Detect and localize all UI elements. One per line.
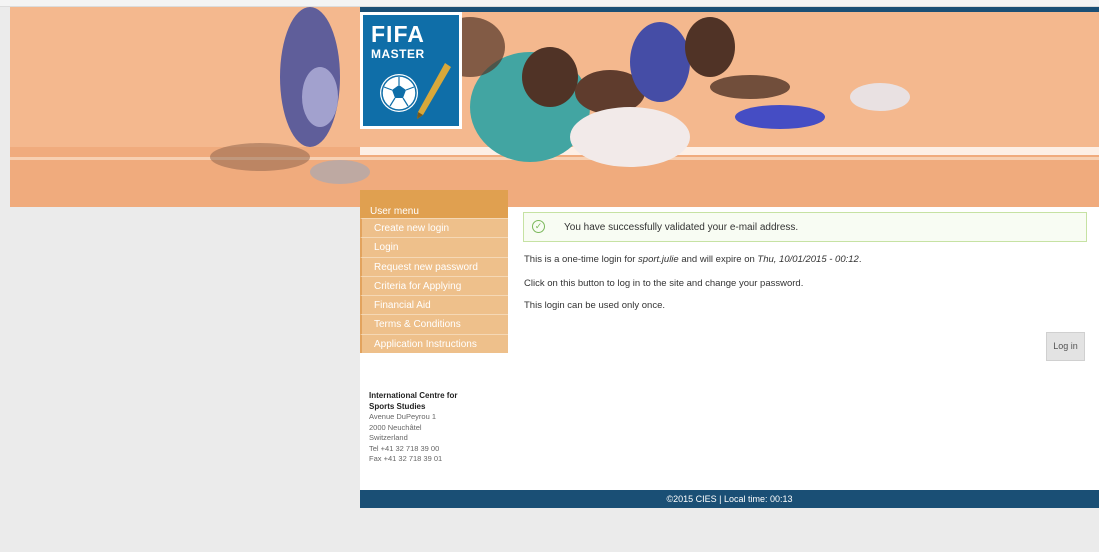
header-banner [10,7,1099,207]
check-circle-icon: ✓ [532,220,545,233]
hurdlers-photo [10,7,1099,207]
address-street: Avenue DuPeyrou 1 [369,412,436,421]
org-name-line-1: International Centre for [369,391,458,400]
instruction-text: Click on this button to log in to the si… [524,278,804,289]
address-fax: Fax +41 32 718 39 01 [369,454,443,463]
user-menu-title: User menu [360,190,508,218]
user-menu: User menu Create new login Login Request… [360,190,508,354]
banner-top-line [360,7,1099,12]
menu-item-request-new-password[interactable]: Request new password [360,256,508,276]
contact-address: International Centre for Sports Studies … [369,391,504,465]
fifa-master-logo[interactable]: FIFA MASTER [360,12,462,129]
address-city: 2000 Neuchâtel [369,422,422,432]
info-suffix: . [858,254,862,265]
info-mid: and will expire on [678,254,758,265]
menu-item-financial-aid[interactable]: Financial Aid [360,295,508,315]
logo-panel: FIFA MASTER [363,15,459,126]
success-message-text: You have successfully validated your e-m… [564,222,799,233]
footer-bar: ©2015 CIES | Local time: 00:13 [360,490,1099,508]
one-time-login-info: This is a one-time login for sport.julie… [524,254,861,265]
footer-text: ©2015 CIES | Local time: 00:13 [666,494,793,504]
menu-item-create-new-login[interactable]: Create new login [360,218,508,238]
menu-item-application-instructions[interactable]: Application Instructions [360,333,508,354]
single-use-note: This login can be used only once. [524,300,666,311]
log-in-button[interactable]: Log in [1046,332,1085,361]
info-username: sport.julie [638,254,679,265]
menu-item-terms-conditions[interactable]: Terms & Conditions [360,314,508,334]
info-prefix: This is a one-time login for [524,254,639,265]
soccer-ball-pen-icon [380,63,451,119]
top-strip [0,0,1099,7]
success-message: ✓ You have successfully validated your e… [523,212,1087,242]
menu-item-criteria-for-applying[interactable]: Criteria for Applying [360,275,508,296]
org-name-line-2: Sports Studies [369,401,426,411]
address-country: Switzerland [369,433,408,442]
address-tel: Tel +41 32 718 39 00 [369,443,440,453]
menu-item-login[interactable]: Login [360,237,508,257]
info-expiry-date: Thu, 10/01/2015 - 00:12 [757,254,859,265]
